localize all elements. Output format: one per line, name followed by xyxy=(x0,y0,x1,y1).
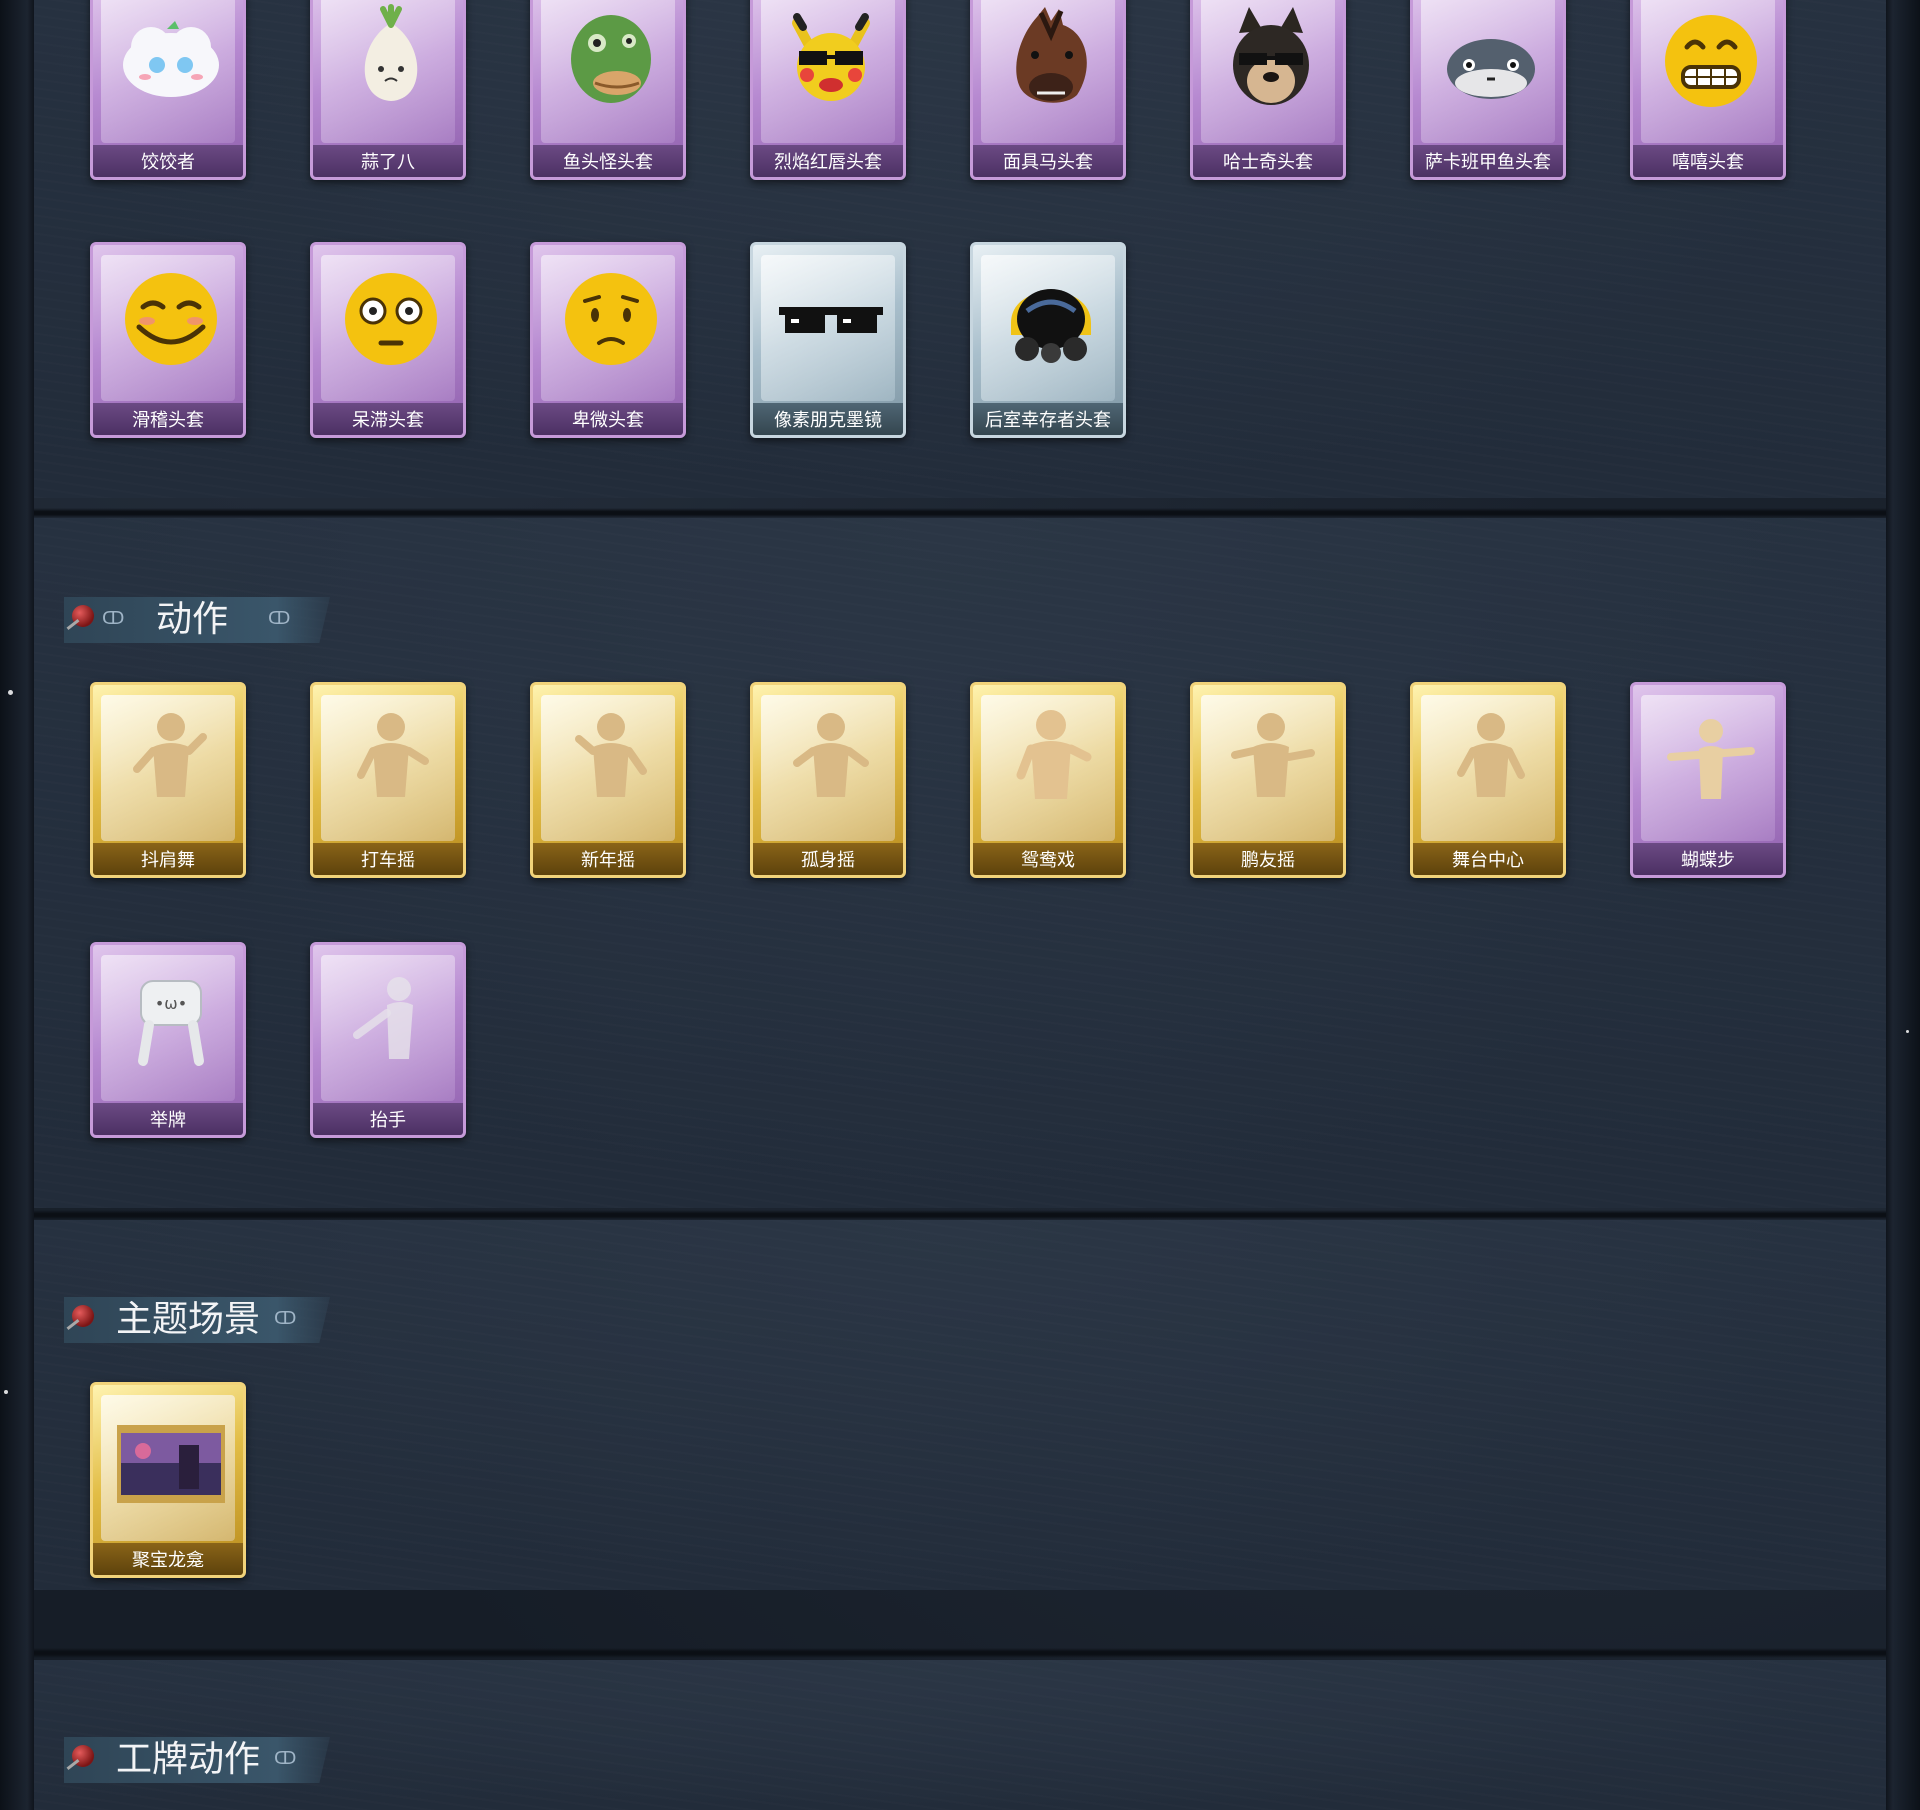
gas-mask-helmet-icon xyxy=(1011,289,1091,363)
item-name: 聚宝龙龛 xyxy=(93,1543,243,1575)
item-name: 鹏友摇 xyxy=(1193,843,1343,875)
item-name: 像素朋克墨镜 xyxy=(753,403,903,435)
item-card[interactable]: 呆滞头套 xyxy=(310,242,466,438)
item-card[interactable]: •ω• 举牌 xyxy=(90,942,246,1138)
item-card[interactable]: 蒜了八 xyxy=(310,0,466,180)
dance-pose-icon xyxy=(357,713,429,797)
item-card[interactable]: 烈焰红唇头套 xyxy=(750,0,906,180)
item-card[interactable]: 后室幸存者头套 xyxy=(970,242,1126,438)
star-decoration xyxy=(4,1390,8,1394)
horse-mask-icon xyxy=(1016,7,1087,103)
item-card[interactable]: 滑稽头套 xyxy=(90,242,246,438)
sign-holding-icon: •ω• xyxy=(138,980,204,1066)
item-name: 举牌 xyxy=(93,1103,243,1135)
raise-hand-icon xyxy=(353,977,413,1059)
item-name: 嘻嘻头套 xyxy=(1633,145,1783,177)
item-name: 萨卡班甲鱼头套 xyxy=(1413,145,1563,177)
item-card[interactable]: 面具马头套 xyxy=(970,0,1126,180)
section-divider xyxy=(34,1210,1886,1220)
dumpling-mascot-icon xyxy=(123,21,219,97)
item-name: 面具马头套 xyxy=(973,145,1123,177)
item-name: 卑微头套 xyxy=(533,403,683,435)
dance-pose-icon xyxy=(1016,710,1092,799)
dance-pose-icon xyxy=(793,713,869,797)
item-card[interactable]: 鹏友摇 xyxy=(1190,682,1346,878)
item-name: 孤身摇 xyxy=(753,843,903,875)
item-name: 舞台中心 xyxy=(1413,843,1563,875)
badge-panel xyxy=(34,1660,1886,1810)
section-title: 动作 xyxy=(156,599,229,640)
actions-section-header: ↀ 动作 ↀ xyxy=(64,597,330,643)
item-name: 鸳鸯戏 xyxy=(973,843,1123,875)
item-name: 蒜了八 xyxy=(313,145,463,177)
item-name: 新年摇 xyxy=(533,843,683,875)
dance-pose-icon xyxy=(1667,719,1755,799)
flourish-icon: ↀ xyxy=(102,608,125,629)
collection-page: 饺饺者 蒜了八 鱼头怪头套 烈焰红唇头套 面具马头套 哈士奇头套 萨卡班甲鱼头套… xyxy=(0,0,1920,1810)
smirk-emoji-mask-icon xyxy=(125,273,217,365)
item-name: 烈焰红唇头套 xyxy=(753,145,903,177)
dance-pose-icon xyxy=(133,713,207,797)
badge-section-header: 工牌动作 ↀ xyxy=(64,1737,330,1783)
section-divider xyxy=(34,1648,1886,1658)
item-card[interactable]: 抖肩舞 xyxy=(90,682,246,878)
item-name: 抖肩舞 xyxy=(93,843,243,875)
item-name: 饺饺者 xyxy=(93,145,243,177)
left-frame-edge xyxy=(0,0,34,1810)
pushpin-icon xyxy=(72,605,94,627)
section-title: 主题场景 xyxy=(116,1299,261,1340)
item-card[interactable]: 孤身摇 xyxy=(750,682,906,878)
item-card[interactable]: 卑微头套 xyxy=(530,242,686,438)
star-decoration xyxy=(1906,1030,1909,1033)
pushpin-icon xyxy=(72,1745,94,1767)
garlic-mascot-icon xyxy=(364,4,418,101)
item-name: 蝴蝶步 xyxy=(1633,843,1783,875)
pixel-sunglasses-icon xyxy=(779,307,883,333)
stare-emoji-mask-icon xyxy=(345,273,437,365)
star-decoration xyxy=(8,690,13,695)
item-name: 后室幸存者头套 xyxy=(973,403,1123,435)
svg-text:•ω•: •ω• xyxy=(155,994,187,1013)
item-card[interactable]: 鸳鸯戏 xyxy=(970,682,1126,878)
scene-painting-icon xyxy=(117,1425,225,1503)
section-divider xyxy=(34,508,1886,518)
item-card[interactable]: 聚宝龙龛 xyxy=(90,1382,246,1578)
item-card[interactable]: 嘻嘻头套 xyxy=(1630,0,1786,180)
section-title: 工牌动作 xyxy=(116,1739,261,1780)
theme-panel xyxy=(34,1220,1886,1590)
humble-emoji-mask-icon xyxy=(565,273,657,365)
flourish-icon: ↀ xyxy=(274,1308,297,1329)
item-name: 呆滞头套 xyxy=(313,403,463,435)
item-card[interactable]: 鱼头怪头套 xyxy=(530,0,686,180)
item-card[interactable]: 饺饺者 xyxy=(90,0,246,180)
item-card[interactable]: 哈士奇头套 xyxy=(1190,0,1346,180)
item-card[interactable]: 抬手 xyxy=(310,942,466,1138)
pushpin-icon xyxy=(72,1305,94,1327)
item-name: 滑稽头套 xyxy=(93,403,243,435)
item-card[interactable]: 像素朋克墨镜 xyxy=(750,242,906,438)
item-name: 打车摇 xyxy=(313,843,463,875)
item-card[interactable]: 蝴蝶步 xyxy=(1630,682,1786,878)
item-card[interactable]: 新年摇 xyxy=(530,682,686,878)
item-card[interactable]: 舞台中心 xyxy=(1410,682,1566,878)
grin-emoji-mask-icon xyxy=(1665,15,1757,107)
dance-pose-icon xyxy=(1457,713,1525,797)
right-frame-edge xyxy=(1886,0,1920,1810)
flourish-icon: ↀ xyxy=(268,608,291,629)
flourish-icon: ↀ xyxy=(274,1748,297,1769)
item-card[interactable]: 萨卡班甲鱼头套 xyxy=(1410,0,1566,180)
item-name: 抬手 xyxy=(313,1103,463,1135)
dance-pose-icon xyxy=(1231,713,1315,797)
yellow-lips-mask-icon xyxy=(792,13,870,101)
dance-pose-icon xyxy=(575,713,647,797)
fish-head-mask-icon xyxy=(571,15,651,103)
theme-section-header: 主题场景 ↀ xyxy=(64,1297,330,1343)
item-name: 哈士奇头套 xyxy=(1193,145,1343,177)
item-name: 鱼头怪头套 xyxy=(533,145,683,177)
husky-mask-icon xyxy=(1233,7,1309,105)
sacabambaspis-mask-icon xyxy=(1447,39,1535,99)
item-card[interactable]: 打车摇 xyxy=(310,682,466,878)
